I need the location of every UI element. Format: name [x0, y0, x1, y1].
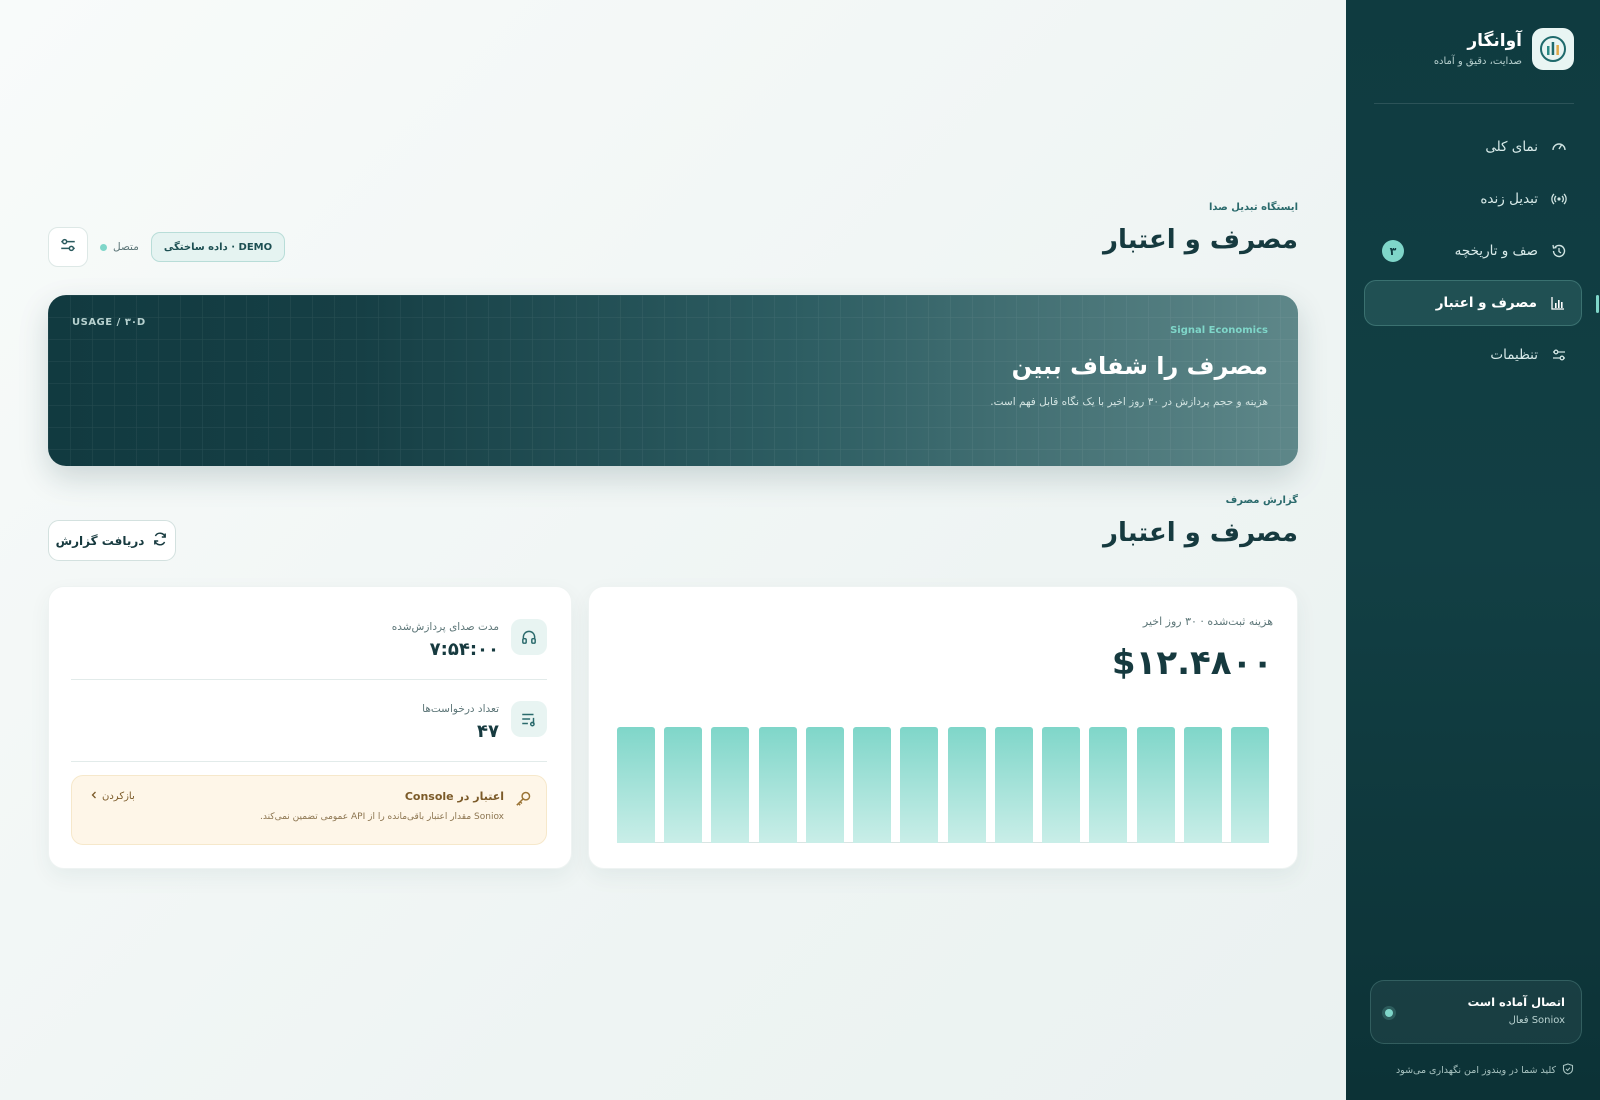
headphones-icon: [511, 619, 547, 655]
open-console-link[interactable]: بازکردن: [90, 791, 135, 802]
brand-title: آوانگار: [1467, 31, 1522, 51]
stat-divider: [71, 679, 547, 680]
hero-subtitle: هزینه و حجم پردازش در ۳۰ روز اخیر با یک …: [990, 396, 1268, 408]
bar-chart-icon: [1549, 294, 1567, 312]
page-header: ایستگاه تبدیل صدا مصرف و اعتبار: [1103, 202, 1298, 255]
get-report-button[interactable]: دریافت گزارش: [48, 520, 176, 561]
gauge-icon: [1550, 138, 1568, 156]
status-dot: [1385, 1009, 1393, 1017]
credit-title: اعتبار در Console: [404, 790, 504, 803]
requests-stat: تعداد درخواست‌ها ۴۷: [71, 701, 547, 761]
sidebar-item-label: صف و تاریخچه: [1454, 243, 1538, 259]
credit-subtitle: Soniox مقدار اعتبار باقی‌مانده را از API…: [259, 812, 504, 822]
open-console-label: بازکردن: [102, 791, 135, 802]
chart-bar: [900, 727, 939, 843]
security-note: کلید شما در ویندوز امن نگهداری می‌شود: [1396, 1063, 1574, 1078]
requests-value: ۴۷: [477, 721, 499, 742]
filters-button[interactable]: [48, 227, 88, 267]
demo-badge: DEMO · داده ساختگی: [150, 232, 286, 262]
cost-label: هزینه ثبت‌شده · ۳۰ روز اخیر: [1142, 615, 1273, 628]
cost-value: $۱۲.۴۸۰۰: [1111, 643, 1273, 683]
chart-bar: [664, 727, 703, 843]
section-title: مصرف و اعتبار: [1103, 518, 1298, 548]
sidebar-nav: نمای کلی تبدیل زنده صف و تاریخچه ۳ مصرف …: [1364, 124, 1599, 384]
list-icon: [511, 701, 547, 737]
sidebar-item-label: تنظیمات: [1490, 347, 1538, 363]
chevron-left-icon: [90, 791, 98, 802]
console-credit-notice: اعتبار در Console Soniox مقدار اعتبار با…: [71, 775, 547, 845]
stats-card: مدت صدای پردازش‌شده ۷:۵۴:۰۰ تعداد درخواس…: [48, 586, 572, 869]
section-header: گزارش مصرف مصرف و اعتبار: [1103, 495, 1298, 548]
brand-subtitle: صدایت، دقیق و آماده: [1433, 56, 1522, 67]
active-indicator: [1596, 295, 1599, 313]
status-subtitle: Soniox فعال: [1508, 1015, 1565, 1026]
history-icon: [1550, 242, 1568, 260]
connection-dot: [100, 243, 107, 251]
connection-indicator: متصل: [100, 241, 139, 253]
cost-bar-chart: [617, 727, 1269, 843]
chart-bar: [758, 727, 797, 843]
shield-icon: [1562, 1063, 1574, 1078]
page-title: مصرف و اعتبار: [1103, 225, 1298, 255]
sidebar-item-queue[interactable]: صف و تاریخچه ۳: [1364, 228, 1582, 274]
duration-value: ۷:۵۴:۰۰: [429, 639, 499, 660]
connection-status-card: اتصال آماده است Soniox فعال: [1370, 980, 1582, 1044]
page-eyebrow: ایستگاه تبدیل صدا: [1208, 202, 1298, 213]
sidebar-divider: [1374, 103, 1574, 104]
sidebar-item-label: نمای کلی: [1485, 139, 1538, 155]
section-eyebrow: گزارش مصرف: [1225, 495, 1298, 506]
chart-bar: [617, 727, 655, 843]
connection-label: متصل: [113, 241, 139, 253]
key-icon: [512, 790, 532, 810]
sidebar-item-settings[interactable]: تنظیمات: [1364, 332, 1582, 378]
sliders-icon: [59, 236, 77, 258]
chart-bar: [711, 727, 750, 843]
chart-bar: [1231, 727, 1269, 843]
sliders-icon: [1550, 346, 1568, 364]
security-note-text: کلید شما در ویندوز امن نگهداری می‌شود: [1395, 1065, 1556, 1076]
sidebar-item-label: تبدیل زنده: [1480, 191, 1538, 207]
sidebar-item-live[interactable]: تبدیل زنده: [1364, 176, 1582, 222]
duration-stat: مدت صدای پردازش‌شده ۷:۵۴:۰۰: [71, 619, 547, 679]
hero-tag: USAGE / ۳۰D: [72, 317, 146, 328]
header-tools: متصل DEMO · داده ساختگی: [48, 227, 286, 267]
chart-bar: [1183, 727, 1222, 843]
hero-eyebrow: Signal Economics: [1170, 325, 1268, 336]
chart-bar: [805, 727, 844, 843]
status-title: اتصال آماده است: [1467, 995, 1565, 1009]
logo-icon: [1540, 36, 1566, 62]
brand: آوانگار صدایت، دقیق و آماده: [1434, 28, 1574, 70]
broadcast-icon: [1550, 190, 1568, 208]
refresh-icon: [152, 531, 168, 550]
chart-bar: [947, 727, 986, 843]
hero-title: مصرف را شفاف ببین: [1011, 352, 1268, 380]
chart-bar: [853, 727, 892, 843]
chart-bar: [1089, 727, 1128, 843]
get-report-label: دریافت گزارش: [55, 533, 145, 548]
app-logo: [1532, 28, 1574, 70]
duration-label: مدت صدای پردازش‌شده: [391, 621, 499, 633]
queue-count-badge: ۳: [1382, 240, 1404, 262]
stat-divider: [71, 761, 547, 762]
sidebar-item-usage[interactable]: مصرف و اعتبار: [1364, 280, 1599, 326]
chart-bar: [994, 727, 1033, 843]
cost-card: هزینه ثبت‌شده · ۳۰ روز اخیر $۱۲.۴۸۰۰: [588, 586, 1298, 869]
chart-bar: [1136, 727, 1175, 843]
sidebar-item-overview[interactable]: نمای کلی: [1364, 124, 1582, 170]
requests-label: تعداد درخواست‌ها: [422, 703, 499, 715]
sidebar: آوانگار صدایت، دقیق و آماده نمای کلی تبد…: [1346, 0, 1600, 1100]
chart-bar: [1042, 727, 1081, 843]
sidebar-item-label: مصرف و اعتبار: [1435, 295, 1537, 311]
hero-banner: USAGE / ۳۰D Signal Economics مصرف را شفا…: [48, 295, 1298, 466]
